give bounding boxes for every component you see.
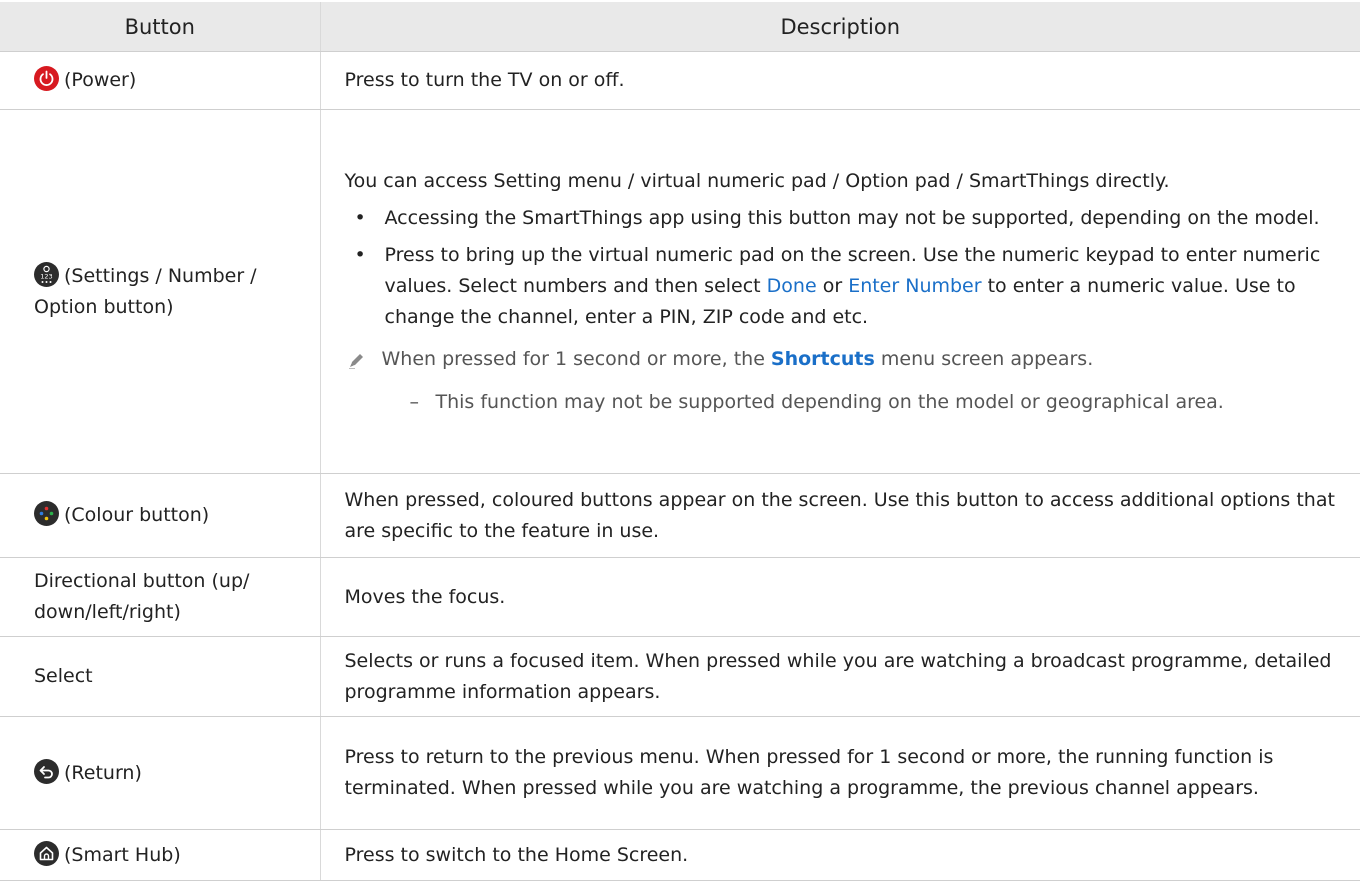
button-label-settings: (Settings / Number / Option button) bbox=[34, 264, 257, 318]
settings-note-text-b: menu screen appears. bbox=[874, 347, 1094, 370]
power-icon bbox=[34, 66, 59, 91]
settings-note-text-a: When pressed for 1 second or more, the bbox=[381, 347, 771, 370]
settings-number-icon: 123 bbox=[34, 261, 59, 287]
bullet-dot: • bbox=[354, 206, 366, 229]
button-cell-settings: 123 (Settings / Number / Option button) bbox=[0, 109, 321, 474]
button-cell-select: Select bbox=[0, 636, 321, 717]
return-icon bbox=[34, 758, 59, 784]
button-cell-smarthub: (Smart Hub) bbox=[0, 829, 321, 881]
desc-cell-settings: You can access Setting menu / virtual nu… bbox=[320, 109, 1360, 474]
column-header-description: Description bbox=[320, 0, 1360, 52]
settings-subnote-text: This function may not be supported depen… bbox=[435, 390, 1224, 413]
desc-cell-power: Press to turn the TV on or off. bbox=[320, 51, 1360, 110]
button-label-power: (Power) bbox=[64, 69, 137, 91]
enter-number-keyword: Enter Number bbox=[848, 274, 982, 297]
table-row-directional: Directional button (up/ down/left/right)… bbox=[0, 557, 1360, 637]
button-cell-colour: (Colour button) bbox=[0, 473, 321, 558]
button-label-return: (Return) bbox=[64, 761, 142, 784]
subnote-dash: – bbox=[409, 390, 420, 413]
settings-bullet-1: • Accessing the SmartThings app using th… bbox=[345, 203, 1343, 234]
desc-cell-directional: Moves the focus. bbox=[320, 557, 1360, 637]
pencil-icon bbox=[347, 349, 367, 380]
table-row-colour: (Colour button) When pressed, coloured b… bbox=[0, 473, 1360, 558]
done-keyword: Done bbox=[766, 274, 817, 297]
settings-subnote: – This function may not be supported dep… bbox=[345, 387, 1343, 418]
desc-cell-smarthub: Press to switch to the Home Screen. bbox=[320, 829, 1360, 881]
desc-cell-return: Press to return to the previous menu. Wh… bbox=[320, 716, 1360, 830]
button-label-colour: (Colour button) bbox=[64, 504, 210, 526]
shortcuts-keyword: Shortcuts bbox=[770, 347, 875, 370]
desc-cell-select: Selects or runs a focused item. When pre… bbox=[320, 636, 1360, 717]
svg-text:123: 123 bbox=[40, 272, 52, 280]
settings-bullet-1-text: Accessing the SmartThings app using this… bbox=[384, 206, 1320, 229]
button-cell-directional: Directional button (up/ down/left/right) bbox=[0, 557, 321, 637]
colour-button-icon bbox=[34, 501, 59, 526]
home-icon bbox=[34, 840, 59, 866]
desc-cell-colour: When pressed, coloured buttons appear on… bbox=[320, 473, 1360, 558]
settings-intro: You can access Setting menu / virtual nu… bbox=[344, 169, 1170, 192]
button-cell-power: (Power) bbox=[0, 51, 321, 110]
settings-bullet-2-or: or bbox=[816, 274, 849, 297]
settings-bullet-2: • Press to bring up the virtual numeric … bbox=[345, 240, 1343, 333]
table-row-return: (Return) Press to return to the previous… bbox=[0, 716, 1360, 830]
table-row-select: Select Selects or runs a focused item. W… bbox=[0, 636, 1360, 717]
button-cell-return: (Return) bbox=[0, 716, 321, 830]
button-label-smarthub: (Smart Hub) bbox=[64, 843, 181, 866]
table-row-smarthub: (Smart Hub) Press to switch to the Home … bbox=[0, 829, 1360, 881]
table-row-settings: 123 (Settings / Number / Option button) … bbox=[0, 109, 1360, 474]
table-header-row: Button Description bbox=[0, 0, 1360, 52]
button-description-table: Button Description (Power) Press to turn… bbox=[0, 0, 1360, 881]
bullet-dot: • bbox=[354, 243, 366, 266]
column-header-button: Button bbox=[0, 0, 321, 52]
table-row-power: (Power) Press to turn the TV on or off. bbox=[0, 51, 1360, 110]
settings-note: When pressed for 1 second or more, the S… bbox=[345, 344, 1343, 375]
